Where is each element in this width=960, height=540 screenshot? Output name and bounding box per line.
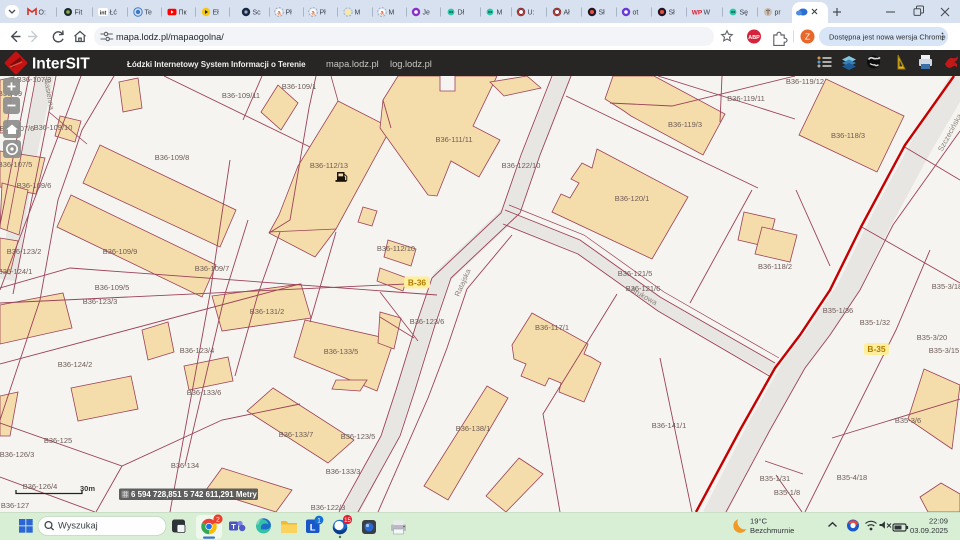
svg-text:B35-3/18: B35-3/18: [932, 282, 960, 291]
svg-text:B36-118/3: B36-118/3: [831, 131, 865, 140]
svg-text:B36-125: B36-125: [44, 436, 72, 445]
svg-text:ot: ot: [633, 10, 639, 17]
svg-text:B36-123/2: B36-123/2: [7, 247, 42, 256]
svg-text:B36-124/1: B36-124/1: [0, 267, 32, 276]
svg-text:B36-109/9: B36-109/9: [103, 247, 138, 256]
svg-text:B36-119/12: B36-119/12: [786, 77, 824, 86]
svg-text:Je: Je: [423, 10, 431, 17]
svg-text:B36-112/10: B36-112/10: [377, 244, 415, 253]
svg-text:B36-141/1: B36-141/1: [652, 421, 687, 430]
svg-text:B36-107/5: B36-107/5: [0, 160, 32, 169]
svg-text:O:: O:: [39, 10, 46, 17]
svg-text:B36-123/4: B36-123/4: [180, 346, 215, 355]
svg-text:Sł: Sł: [669, 10, 676, 17]
svg-text:B35-3/20: B35-3/20: [917, 333, 947, 342]
svg-text:B36-134: B36-134: [171, 461, 199, 470]
svg-text:Z: Z: [805, 32, 810, 42]
svg-text:B36-138/1: B36-138/1: [456, 424, 491, 433]
svg-text:Łódzki Internetowy System Info: Łódzki Internetowy System Informacji o T…: [127, 60, 306, 69]
svg-text:Wyszukaj: Wyszukaj: [58, 521, 98, 531]
svg-text:B36-123/3: B36-123/3: [83, 297, 118, 306]
svg-text:B36-124/2: B36-124/2: [58, 360, 93, 369]
svg-text:Te: Te: [145, 10, 153, 17]
svg-text:log.lodz.pl: log.lodz.pl: [390, 59, 432, 69]
svg-text:B36-127: B36-127: [1, 501, 29, 510]
svg-text:Łć: Łć: [110, 10, 118, 17]
svg-text:B35-3/15: B35-3/15: [929, 346, 959, 355]
svg-text:B36-122/3: B36-122/3: [311, 503, 346, 512]
svg-text:B36-109/11: B36-109/11: [222, 91, 260, 100]
svg-text:B35-1/31: B35-1/31: [760, 474, 790, 483]
svg-text:B35-1/8: B35-1/8: [774, 488, 800, 497]
svg-text:B36-109/10: B36-109/10: [34, 123, 73, 132]
svg-text:Pł: Pł: [320, 10, 327, 17]
svg-text:mapa.lodz.pl/mapaogolna/: mapa.lodz.pl/mapaogolna/: [116, 32, 224, 42]
svg-text:Sc: Sc: [253, 10, 262, 17]
svg-text:T: T: [231, 522, 236, 531]
svg-text:Dł: Dł: [458, 10, 465, 17]
svg-text:B35-4/18: B35-4/18: [837, 473, 867, 482]
svg-text:B36-126/3: B36-126/3: [0, 450, 34, 459]
svg-text:19°C: 19°C: [750, 517, 767, 526]
svg-text:mapa.lodz.pl: mapa.lodz.pl: [326, 59, 379, 69]
svg-text:22:09: 22:09: [929, 517, 948, 526]
svg-text:6 594 728,851 5 742 611,291 Me: 6 594 728,851 5 742 611,291 Metry: [131, 490, 258, 499]
svg-text:B36-120/1: B36-120/1: [615, 194, 650, 203]
svg-text:B36-133/7: B36-133/7: [279, 430, 314, 439]
svg-text:ABP: ABP: [748, 35, 760, 41]
svg-text:B36-109/7: B36-109/7: [195, 264, 230, 273]
svg-text:B36-119/3: B36-119/3: [668, 120, 702, 129]
svg-text:B36-109/1: B36-109/1: [282, 82, 317, 91]
svg-text:int: int: [100, 10, 107, 16]
svg-text:pr: pr: [775, 10, 782, 17]
svg-text:Dostępna jest nowa wersja Chro: Dostępna jest nowa wersja Chrome: [829, 32, 946, 41]
svg-text:B36-109/8: B36-109/8: [155, 153, 190, 162]
svg-text:B36-123/6: B36-123/6: [410, 317, 445, 326]
svg-text:B36-133/6: B36-133/6: [187, 388, 222, 397]
svg-text:B36-123/5: B36-123/5: [341, 432, 376, 441]
svg-text:30m: 30m: [80, 484, 95, 493]
svg-text:2: 2: [216, 517, 220, 524]
svg-text:B36-109/6: B36-109/6: [17, 181, 52, 190]
svg-text:B-36: B-36: [408, 278, 426, 288]
svg-text:L: L: [310, 522, 316, 533]
svg-text:B36-119/11: B36-119/11: [727, 94, 765, 103]
svg-text:B36-112/13: B36-112/13: [310, 161, 348, 170]
svg-text:1: 1: [317, 518, 321, 525]
svg-text:M: M: [497, 10, 503, 17]
svg-text:B36-133/3: B36-133/3: [326, 467, 361, 476]
svg-text:B-35: B-35: [867, 344, 885, 354]
svg-text:Pł: Pł: [286, 10, 293, 17]
svg-text:B36-131/2: B36-131/2: [250, 307, 285, 316]
svg-text:WP: WP: [692, 10, 703, 17]
svg-text:Sę: Sę: [740, 10, 749, 17]
svg-text:B36-118/2: B36-118/2: [758, 262, 792, 271]
svg-text:B36-122/10: B36-122/10: [502, 161, 541, 170]
svg-text:15: 15: [344, 518, 351, 524]
svg-text:B36-117/1: B36-117/1: [535, 323, 569, 332]
svg-text:Ał: Ał: [564, 10, 571, 17]
svg-text:M: M: [355, 10, 361, 17]
svg-text:B36-121/5: B36-121/5: [618, 269, 653, 278]
svg-text:03.09.2025: 03.09.2025: [910, 526, 948, 535]
svg-text:B36-126/4: B36-126/4: [23, 482, 58, 491]
svg-text:Fit: Fit: [75, 10, 83, 17]
svg-text:Пк: Пк: [179, 10, 188, 17]
svg-text:B35-1/32: B35-1/32: [860, 318, 890, 327]
svg-text:B35-3/6: B35-3/6: [895, 416, 921, 425]
svg-text:M: M: [389, 10, 395, 17]
svg-text:B36-111/11: B36-111/11: [435, 135, 472, 144]
svg-text:B35-1/36: B35-1/36: [823, 306, 853, 315]
svg-text:Eł: Eł: [213, 10, 220, 17]
svg-text:B36-133/5: B36-133/5: [324, 347, 359, 356]
svg-text:Bezchmurnie: Bezchmurnie: [750, 526, 794, 535]
svg-text:W: W: [704, 10, 711, 17]
svg-text:U:: U:: [528, 10, 535, 17]
svg-text:B36-109/5: B36-109/5: [95, 283, 130, 292]
svg-text:InterSIT: InterSIT: [32, 56, 90, 73]
svg-text:Sł: Sł: [599, 10, 606, 17]
